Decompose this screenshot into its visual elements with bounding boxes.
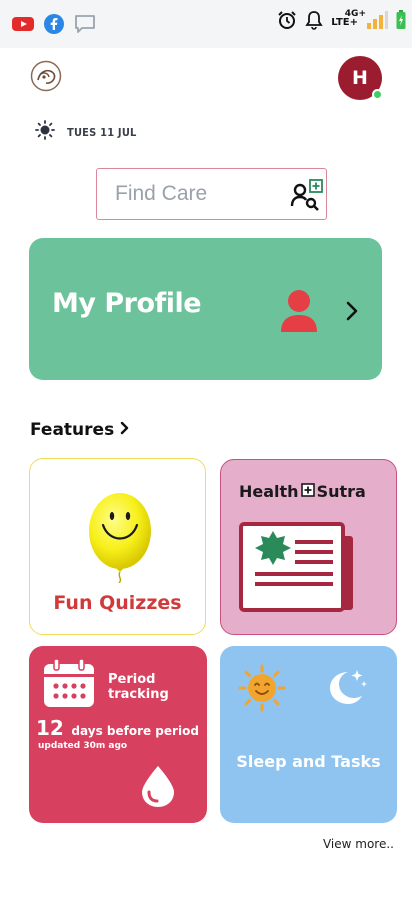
alarm-icon xyxy=(277,10,297,35)
calendar-icon xyxy=(43,658,95,713)
app-logo[interactable] xyxy=(30,60,62,92)
newspaper-icon xyxy=(239,522,357,619)
features-title: Features xyxy=(30,420,115,440)
status-bar-system: LTE+ 4G+ xyxy=(277,9,406,35)
fun-quizzes-tile[interactable]: Fun Quizzes xyxy=(29,458,206,635)
days-before-period: 12 days before period xyxy=(36,716,199,740)
period-tracking-label: Period tracking xyxy=(108,672,169,702)
facebook-icon xyxy=(44,14,64,39)
sun-face-icon xyxy=(238,664,286,717)
sleep-and-tasks-label: Sleep and Tasks xyxy=(236,752,381,771)
network-label: LTE+ 4G+ xyxy=(331,9,366,28)
days-count: 12 xyxy=(36,716,64,740)
period-updated-time: updated 30m ago xyxy=(38,741,128,751)
health-sutra-title-left: Health xyxy=(239,482,299,501)
chevron-right-icon xyxy=(120,421,130,440)
status-bar: LTE+ 4G+ xyxy=(0,0,412,48)
plus-icon xyxy=(300,482,315,501)
period-tracking-tile[interactable]: Period tracking 12 days before period up… xyxy=(29,646,207,823)
date-row: TUES 11 JUL xyxy=(35,120,137,145)
features-header[interactable]: Features xyxy=(30,420,130,440)
find-care-icon[interactable] xyxy=(290,179,324,216)
blood-drop-icon xyxy=(140,764,176,813)
person-icon xyxy=(279,288,319,339)
sun-icon xyxy=(35,120,55,145)
status-bar-notifications xyxy=(12,14,96,39)
signal-icon xyxy=(366,10,388,35)
youtube-icon xyxy=(12,16,34,37)
message-icon xyxy=(74,14,96,39)
health-sutra-tile[interactable]: Health Sutra xyxy=(220,459,397,635)
avatar-initial: H xyxy=(352,67,368,89)
my-profile-card[interactable]: My Profile xyxy=(29,238,382,380)
find-care-search[interactable] xyxy=(96,168,327,220)
my-profile-title: My Profile xyxy=(52,288,202,319)
days-text: days before period xyxy=(71,724,199,738)
chevron-right-icon[interactable] xyxy=(345,301,359,326)
moon-icon xyxy=(324,666,368,711)
health-sutra-title: Health Sutra xyxy=(239,482,366,501)
fun-quizzes-label: Fun Quizzes xyxy=(53,592,182,614)
search-input[interactable] xyxy=(115,179,275,209)
date-label: TUES 11 JUL xyxy=(67,126,137,139)
battery-icon xyxy=(396,10,406,35)
health-sutra-title-right: Sutra xyxy=(316,482,366,501)
bell-icon xyxy=(305,10,323,35)
online-status-dot xyxy=(372,89,383,100)
sleep-and-tasks-tile[interactable]: Sleep and Tasks xyxy=(220,646,397,823)
user-avatar[interactable]: H xyxy=(338,56,383,100)
smiley-balloon-icon xyxy=(87,491,153,588)
view-more-link[interactable]: View more.. xyxy=(323,837,394,851)
